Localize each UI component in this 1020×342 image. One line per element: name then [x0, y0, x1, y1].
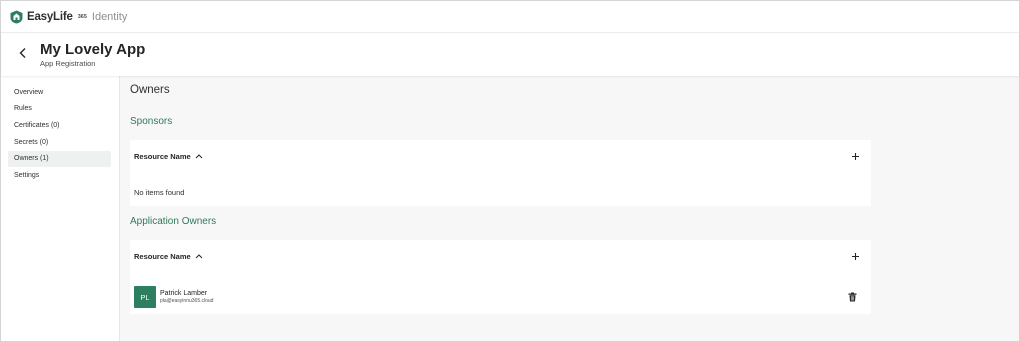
brand-name: EasyLife	[27, 10, 73, 23]
column-header-label: Resource Name	[134, 151, 191, 161]
trash-icon	[848, 292, 856, 302]
brand-logo-link[interactable]: EasyLife 365 Identity	[10, 10, 127, 24]
sidebar-item-rules[interactable]: Rules	[8, 101, 111, 117]
plus-icon	[851, 152, 859, 160]
section-title: Owners	[130, 84, 170, 96]
brand-sup: 365	[77, 13, 87, 20]
page-subtitle: App Registration	[40, 59, 96, 68]
sponsors-card: Resource Name No items found	[130, 140, 871, 206]
sponsors-title: Sponsors	[130, 116, 173, 127]
brand-identity: Identity	[91, 10, 128, 23]
sidebar: Overview Rules Certificates (0) Secrets …	[1, 76, 120, 341]
add-sponsor-button[interactable]	[848, 149, 862, 163]
plus-icon	[851, 252, 859, 260]
sponsors-empty-text: No items found	[134, 188, 185, 197]
sidebar-item-certificates[interactable]: Certificates (0)	[8, 117, 111, 133]
sidebar-item-overview[interactable]: Overview	[8, 84, 111, 100]
shield-logo-icon	[10, 10, 23, 23]
sidebar-item-owners[interactable]: Owners (1)	[8, 150, 111, 167]
main-content: Owners Sponsors Resource Name No items f…	[120, 76, 1019, 341]
application-owners-card-header: Resource Name	[130, 240, 871, 272]
owner-name: Patrick Lamber	[160, 290, 208, 297]
add-owner-button[interactable]	[848, 249, 862, 263]
back-button[interactable]	[15, 45, 31, 61]
delete-owner-button[interactable]	[845, 290, 859, 304]
application-owners-card: Resource Name PL Patrick Lamber pla@easy…	[130, 240, 871, 314]
chevron-up-icon	[195, 254, 203, 259]
page-title: My Lovely App	[40, 41, 146, 58]
owner-email: pla@easyinnu365.cloud	[160, 298, 214, 304]
sponsors-resource-name-header[interactable]: Resource Name	[134, 152, 203, 161]
application-owners-resource-name-header[interactable]: Resource Name	[134, 252, 203, 261]
application-owners-title: Application Owners	[130, 216, 217, 227]
owner-info: Patrick Lamber pla@easyinnu365.cloud	[160, 290, 213, 304]
list-item[interactable]: PL Patrick Lamber pla@easyinnu365.cloud	[134, 285, 863, 309]
top-bar: EasyLife 365 Identity	[1, 1, 1019, 33]
avatar: PL	[134, 286, 156, 308]
column-header-label: Resource Name	[134, 251, 191, 261]
chevron-left-icon	[19, 48, 26, 58]
chevron-up-icon	[195, 154, 203, 159]
sidebar-item-settings[interactable]: Settings	[8, 167, 111, 183]
sidebar-item-secrets[interactable]: Secrets (0)	[8, 134, 111, 150]
sponsors-card-header: Resource Name	[130, 140, 871, 172]
page-header: My Lovely App App Registration	[1, 34, 1019, 76]
